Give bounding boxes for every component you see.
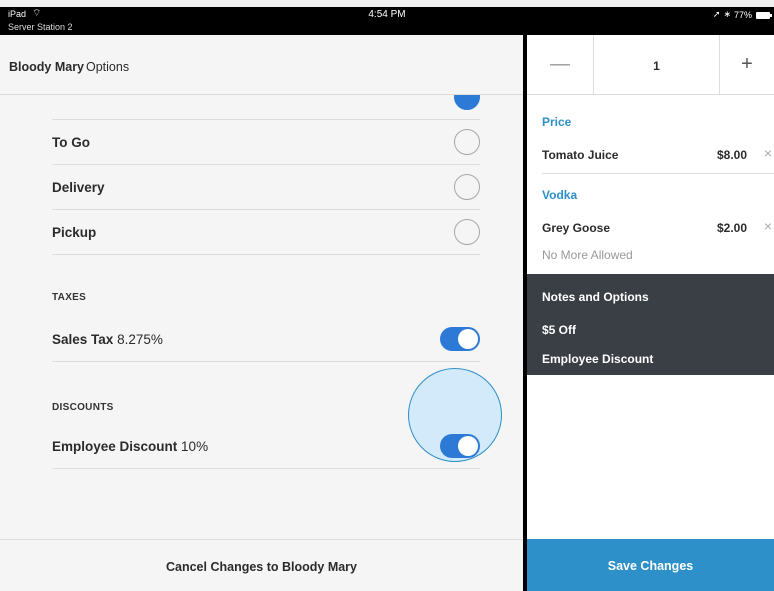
modifier-price: $2.00	[716, 221, 747, 235]
header-suffix: Options	[86, 60, 130, 74]
discount-rate: 10%	[181, 439, 209, 454]
discounts-section-label: DISCOUNTS	[52, 402, 114, 413]
modifier-row-grey-goose: Grey Goose $2.00 ×	[542, 215, 774, 239]
decrement-button[interactable]: —	[527, 35, 594, 95]
toggle-knob	[458, 436, 478, 456]
quantity-display: 1	[594, 35, 720, 95]
divider	[542, 173, 774, 174]
battery-icon	[756, 12, 772, 19]
tax-name: Sales Tax	[52, 332, 114, 347]
dining-option-row-pickup[interactable]: Pickup	[52, 210, 480, 255]
order-item-panel: — 1 + Price Tomato Juice $8.00 × Vodka G…	[527, 35, 774, 591]
cancel-label: Cancel Changes to Bloody Mary	[165, 560, 357, 574]
location-icon: ➚	[712, 9, 721, 19]
discount-name: Employee Discount	[52, 439, 178, 454]
employee-discount-toggle[interactable]	[440, 434, 480, 458]
radio-selected-icon[interactable]	[454, 95, 480, 110]
quantity-stepper: — 1 +	[527, 35, 774, 95]
battery-percent: 77%	[733, 9, 752, 20]
taxes-section-label: TAXES	[52, 292, 87, 303]
radio-icon[interactable]	[454, 219, 480, 245]
options-panel: Bloody Mary Options To Go Delivery Picku…	[0, 35, 523, 591]
discount-label: Employee Discount 10%	[52, 439, 208, 454]
notes-and-options[interactable]: Notes and Options $5 Off Employee Discou…	[527, 274, 774, 375]
radio-icon[interactable]	[454, 174, 480, 200]
options-list[interactable]: To Go Delivery Pickup TAXES Sales Tax 8.…	[0, 95, 523, 539]
dining-option-row-delivery[interactable]: Delivery	[52, 165, 480, 210]
ipad-screen: iPad ⌔ Server Station 2 4:54 PM ➚ ∗ 77% …	[0, 7, 774, 591]
cancel-changes-button[interactable]: Cancel Changes to Bloody Mary	[0, 539, 523, 591]
price-section-label: Price	[542, 115, 572, 129]
dining-option-label: Pickup	[52, 225, 97, 240]
clock: 4:54 PM	[368, 9, 406, 20]
remove-icon[interactable]: ×	[764, 145, 772, 161]
dining-option-label: To Go	[52, 135, 90, 150]
increment-button[interactable]: +	[720, 35, 774, 95]
station-name: Server Station 2	[8, 22, 73, 32]
note-line: $5 Off	[542, 323, 577, 337]
modifier-name: Grey Goose	[542, 221, 611, 235]
dining-option-row-to-go[interactable]: To Go	[52, 120, 480, 165]
minus-icon: —	[550, 53, 570, 75]
quantity-value: 1	[653, 59, 660, 73]
save-changes-button[interactable]: Save Changes	[527, 539, 774, 591]
dining-option-row-for-here[interactable]	[52, 95, 480, 120]
sales-tax-row[interactable]: Sales Tax 8.275%	[52, 317, 480, 362]
toggle-knob	[458, 329, 478, 349]
plus-icon: +	[741, 53, 753, 75]
notes-title: Notes and Options	[542, 290, 649, 304]
tax-label: Sales Tax 8.275%	[52, 332, 163, 347]
options-header: Bloody Mary Options	[0, 35, 523, 95]
modifier-price: $8.00	[716, 148, 747, 162]
modifier-row-tomato-juice: Tomato Juice $8.00 ×	[542, 142, 774, 166]
status-indicators: ➚ ∗ 77%	[713, 9, 752, 20]
dining-option-label: Delivery	[52, 180, 105, 195]
radio-icon[interactable]	[454, 129, 480, 155]
status-bar: iPad ⌔ Server Station 2 4:54 PM ➚ ∗ 77%	[0, 7, 774, 35]
save-label: Save Changes	[607, 559, 694, 573]
item-name: Bloody Mary	[9, 60, 85, 74]
note-line: Employee Discount	[542, 352, 654, 366]
vodka-section-label: Vodka	[542, 188, 578, 202]
modifier-name: Tomato Juice	[542, 148, 619, 162]
remove-icon[interactable]: ×	[764, 218, 772, 234]
bluetooth-icon: ∗	[723, 9, 731, 19]
sales-tax-toggle[interactable]	[440, 327, 480, 351]
limit-note: No More Allowed	[542, 248, 633, 262]
tax-rate: 8.275%	[117, 332, 163, 347]
